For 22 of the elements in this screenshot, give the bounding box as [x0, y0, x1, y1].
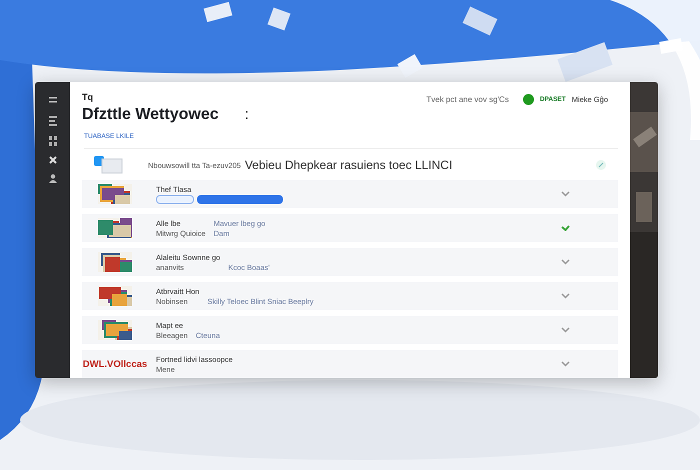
link-icon[interactable] [596, 160, 606, 170]
floating-card [659, 38, 683, 54]
tagline: Tvek pct ane vov sg'Cs [426, 95, 509, 104]
page-title: Dfzttle Wettyowec [82, 106, 219, 124]
chevron-icon[interactable] [561, 361, 570, 367]
filter-pill[interactable] [156, 194, 194, 204]
avatar[interactable] [522, 94, 534, 105]
chevron-icon[interactable] [561, 293, 570, 299]
cross-icon[interactable] [48, 156, 56, 164]
document-icon [94, 156, 124, 174]
chevron-icon[interactable] [561, 327, 570, 333]
user-icon[interactable] [48, 174, 56, 183]
grid-icon[interactable] [48, 136, 56, 146]
chevron-icon[interactable] [561, 191, 570, 197]
list-icon[interactable] [48, 116, 56, 126]
feature-headline: Vebieu Dhepkear rasuiens toec LLINCI [244, 158, 454, 172]
check-icon[interactable] [561, 225, 570, 231]
more-menu[interactable]: : [244, 106, 249, 123]
eyebrow-text: Tq [82, 92, 94, 102]
chevron-icon[interactable] [561, 259, 570, 265]
logo-text: DWL.VOllccas [82, 358, 148, 370]
filter-pill[interactable] [197, 194, 283, 204]
